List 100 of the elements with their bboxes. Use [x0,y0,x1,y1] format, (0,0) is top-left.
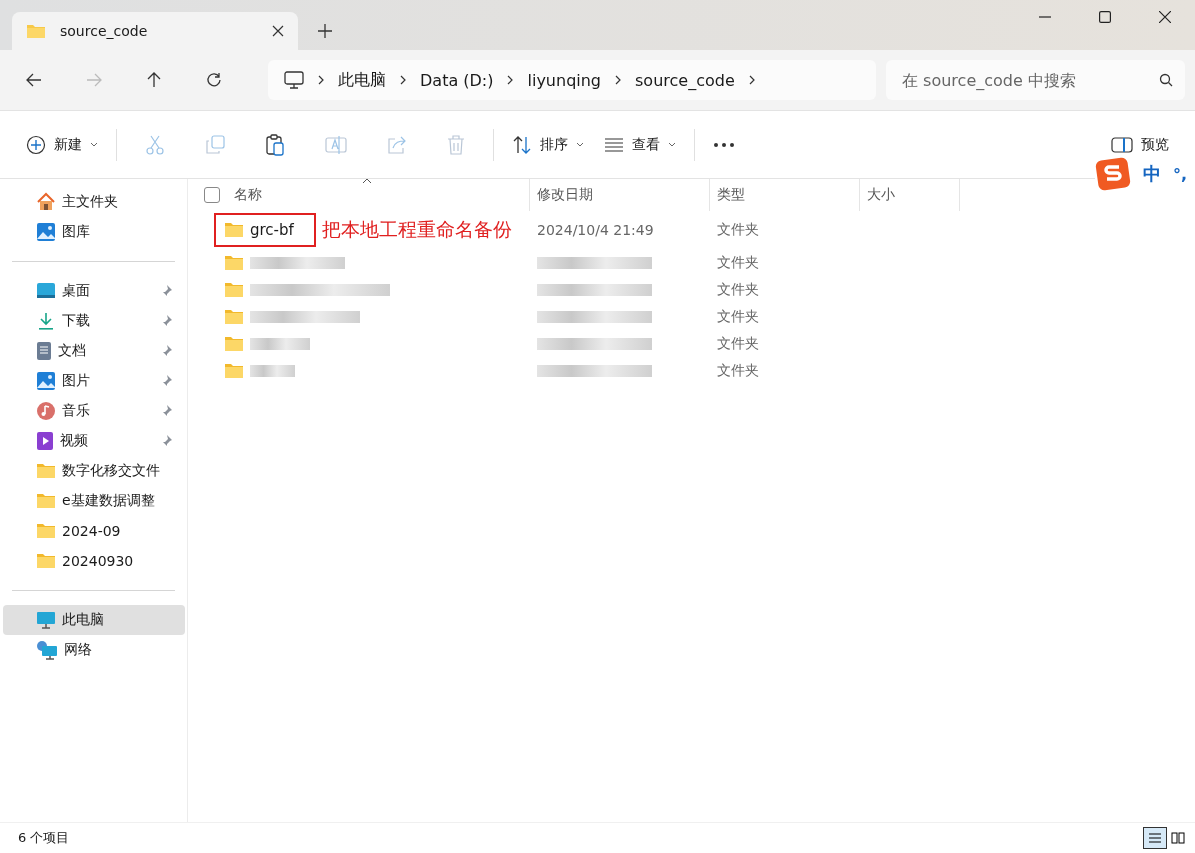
file-type: 文件夹 [717,307,759,326]
item-count: 6 个项目 [18,829,70,847]
breadcrumb-item[interactable]: 此电脑 [338,69,386,91]
sidebar-item[interactable]: 图片 [3,366,185,396]
sidebar-item[interactable]: 20240930 [3,546,185,576]
picture-icon [36,222,56,242]
chevron-icon [318,75,324,85]
file-type: 文件夹 [717,221,759,239]
sidebar-label: 主文件夹 [62,193,119,211]
ime-toolbar[interactable]: 中 °, [1094,157,1195,191]
sidebar-item[interactable]: 数字化移交文件 [3,456,185,486]
folder-icon [224,308,244,325]
preview-button[interactable]: 预览 [1101,129,1179,160]
breadcrumb-item[interactable]: liyunqing [527,70,602,90]
sidebar-item[interactable]: 音乐 [3,396,185,426]
list-lines-icon [604,136,624,153]
folder-icon [26,23,46,39]
ime-logo-icon [1094,157,1131,191]
sidebar-item[interactable]: 2024-09 [3,516,185,546]
folder-icon [224,254,244,271]
chevron-icon[interactable] [748,75,755,85]
sidebar-label: e基建数据调整 [62,492,156,510]
chevron-icon [400,75,406,85]
back-arrow-icon[interactable] [26,72,42,88]
tab-title: source_code [60,23,149,39]
details-view-icon[interactable] [1143,827,1167,849]
computer-icon [36,611,56,629]
desktop-icon [36,282,56,300]
file-type: 文件夹 [717,334,759,353]
column-header[interactable]: 修改日期 [530,179,710,211]
computer-icon [284,71,304,89]
sidebar-item[interactable]: 文档 [3,336,185,366]
new-button[interactable]: 新建 [16,128,108,161]
window-tab[interactable]: source_code [12,12,298,50]
breadcrumb-item[interactable]: source_code [635,70,735,90]
ellipsis-icon [713,141,735,148]
sidebar-label: 文档 [58,342,87,360]
folder-icon [224,362,244,379]
file-type: 文件夹 [717,280,759,299]
sort-button[interactable]: 排序 [502,128,594,161]
sidebar-item[interactable]: 此电脑 [3,605,185,635]
new-tab-icon[interactable] [318,24,332,38]
close-icon[interactable] [1159,11,1171,23]
refresh-icon[interactable] [206,72,222,88]
select-all-checkbox[interactable] [204,187,220,203]
maximize-icon[interactable] [1099,11,1111,23]
column-header[interactable]: 类型 [710,179,860,211]
folder-icon [36,493,56,509]
sidebar-item[interactable]: e基建数据调整 [3,486,185,516]
folder-icon [224,281,244,298]
sidebar-item[interactable]: 桌面 [3,276,185,306]
sidebar-item[interactable]: 视频 [3,426,185,456]
caret-icon [576,142,584,147]
sort-arrows-icon [512,134,532,155]
breadcrumb-item[interactable]: Data (D:) [420,70,494,90]
up-arrow-icon[interactable] [146,72,162,88]
file-name[interactable]: grc-bf [250,221,294,239]
sidebar-label: 20240930 [62,553,135,569]
ime-mode[interactable]: 中 [1142,162,1161,186]
sidebar-label: 此电脑 [62,611,105,629]
caret-icon [668,142,676,147]
house-icon [36,192,56,212]
ime-punctuation[interactable]: °, [1172,164,1187,184]
sidebar-label: 视频 [60,432,89,450]
column-header[interactable]: 名称 [234,186,262,204]
chevron-icon [507,75,514,85]
chevron-icon [615,75,622,85]
music-icon [36,401,56,421]
folder-icon [36,523,56,539]
blurred-text [250,364,295,377]
picture-icon [36,371,56,391]
sort-ascending-icon [362,178,372,184]
address-bar[interactable]: 此电脑 Data (D:) liyunqing source_code [268,60,876,100]
file-type: 文件夹 [717,361,759,380]
caret-icon [90,142,98,147]
sidebar-label: 图库 [62,223,91,241]
sidebar-item[interactable]: 下载 [3,306,185,336]
sidebar-label: 2024-09 [62,523,122,539]
sidebar-label: 网络 [64,641,93,659]
close-tab-icon[interactable] [272,25,284,37]
sidebar-item[interactable]: 图库 [3,217,185,247]
folder-icon [36,553,56,569]
folder-icon [224,335,244,352]
document-icon [36,341,52,361]
sidebar-label: 音乐 [62,402,91,420]
plus-circle-icon [26,134,46,155]
sidebar-item[interactable]: 网络 [3,635,185,665]
preview-pane-icon [1111,136,1133,153]
annotation-text: 把本地工程重命名备份 [321,217,512,242]
folder-icon [36,463,56,479]
search-field[interactable]: 在 source_code 中搜索 [886,60,1185,100]
sidebar-item[interactable]: 主文件夹 [3,187,185,217]
view-button[interactable]: 查看 [594,129,686,160]
search-icon [1159,73,1173,87]
clipboard-icon[interactable] [265,133,285,156]
download-icon [39,312,53,330]
sidebar-label: 数字化移交文件 [62,462,161,480]
file-type: 文件夹 [717,253,759,272]
folder-icon [224,222,244,238]
column-header[interactable]: 大小 [860,179,960,211]
